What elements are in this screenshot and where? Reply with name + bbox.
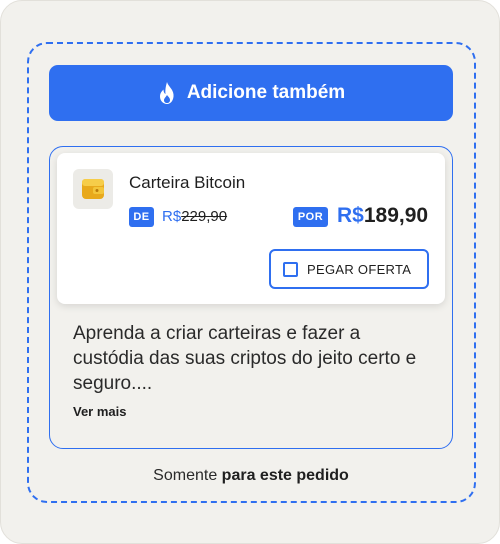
add-also-label: Adicione também	[186, 82, 346, 103]
add-also-button[interactable]: Adicione também	[49, 65, 453, 121]
get-offer-button[interactable]: PEGAR OFERTA	[269, 249, 429, 289]
footer-emphasis: para este pedido	[221, 467, 349, 484]
old-price: R$229,90	[162, 207, 227, 227]
product-description: Aprenda a criar carteiras e fazer a cust…	[73, 323, 417, 394]
see-more-link[interactable]: Ver mais	[73, 404, 127, 419]
product-card: Carteira Bitcoin DE R$229,90 POR R$189,9…	[57, 153, 445, 304]
upsell-card: Adicione também Carteira Bitcoin DE R$22…	[0, 0, 500, 544]
new-price: R$189,90	[337, 203, 428, 229]
offer-checkbox[interactable]	[283, 261, 298, 277]
footer-prefix: Somente	[153, 467, 218, 484]
flame-icon	[157, 81, 177, 105]
wallet-icon	[73, 169, 113, 209]
new-price-value: 189,90	[363, 204, 429, 227]
product-name: Carteira Bitcoin	[129, 173, 246, 192]
old-price-currency: R$	[162, 208, 182, 225]
new-price-currency: R$	[337, 204, 364, 227]
to-badge: POR	[293, 207, 328, 227]
footer-note: Somente para este pedido	[1, 467, 500, 485]
get-offer-label: PEGAR OFERTA	[307, 261, 412, 277]
from-badge: DE	[129, 207, 154, 227]
old-price-value: 229,90	[181, 208, 228, 225]
